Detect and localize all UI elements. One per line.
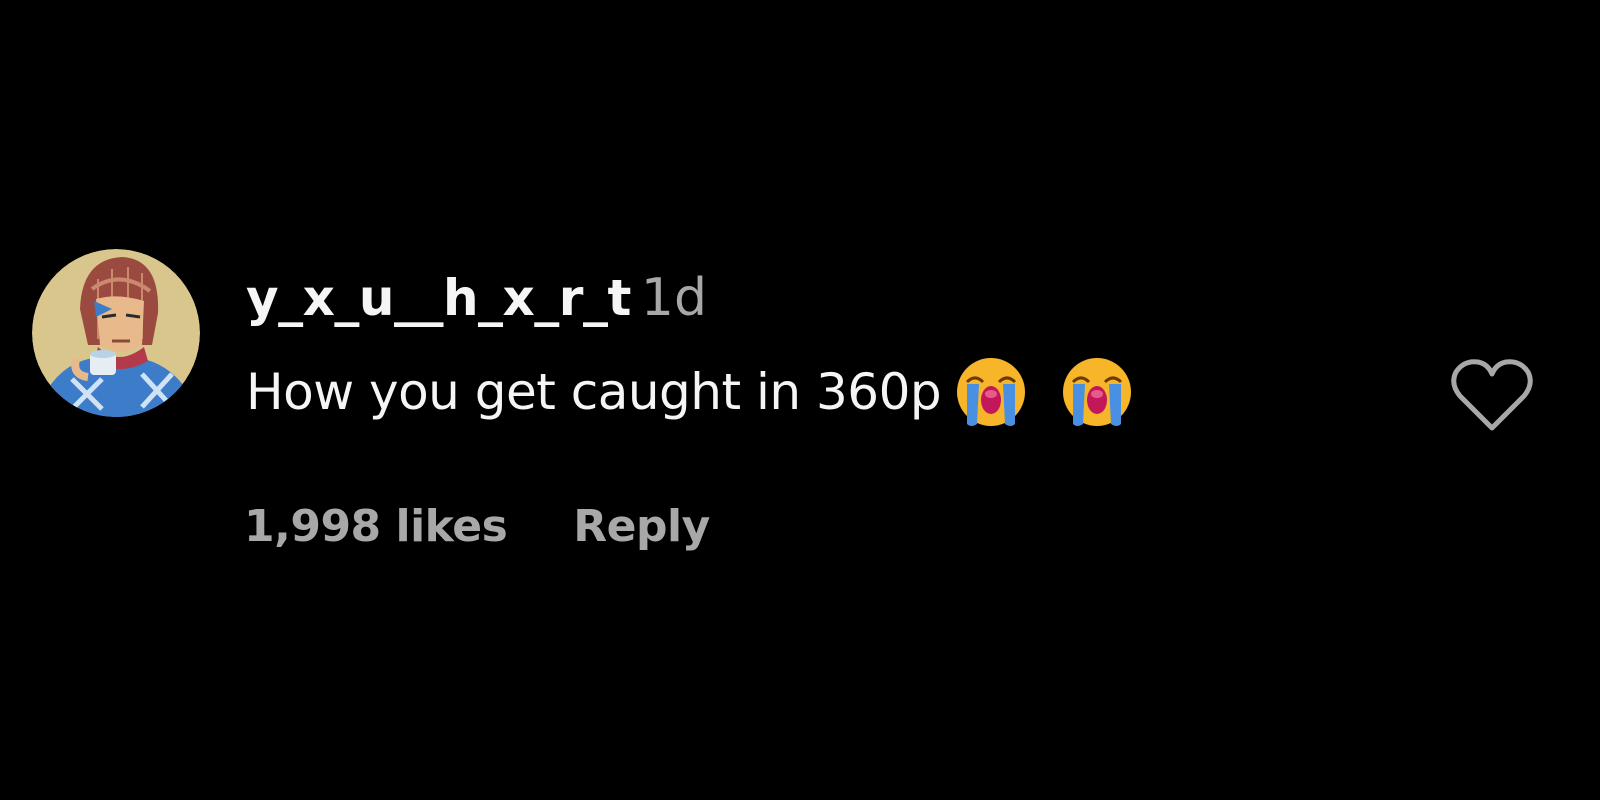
reply-button[interactable]: Reply <box>573 501 710 552</box>
comment-actions: 1,998 likes Reply <box>244 494 710 558</box>
comment-text: How you get caught in 360p <box>246 352 1135 432</box>
comment-item: y_x_u__h_x_r_t 1d How you get caught in … <box>0 0 1600 800</box>
likes-count-link[interactable]: 1,998 likes <box>244 501 508 552</box>
username-link[interactable]: y_x_u__h_x_r_t <box>246 269 631 327</box>
comment-header: y_x_u__h_x_r_t 1d <box>246 268 707 340</box>
heart-outline-icon <box>1451 359 1533 431</box>
like-button[interactable] <box>1448 356 1536 436</box>
avatar-image <box>32 249 200 417</box>
loudly-crying-face-icon <box>953 354 1029 430</box>
avatar[interactable] <box>32 249 200 417</box>
loudly-crying-face-icon <box>1059 354 1135 430</box>
comment-body: How you get caught in 360p <box>246 363 942 421</box>
comment-timestamp: 1d <box>640 268 707 328</box>
